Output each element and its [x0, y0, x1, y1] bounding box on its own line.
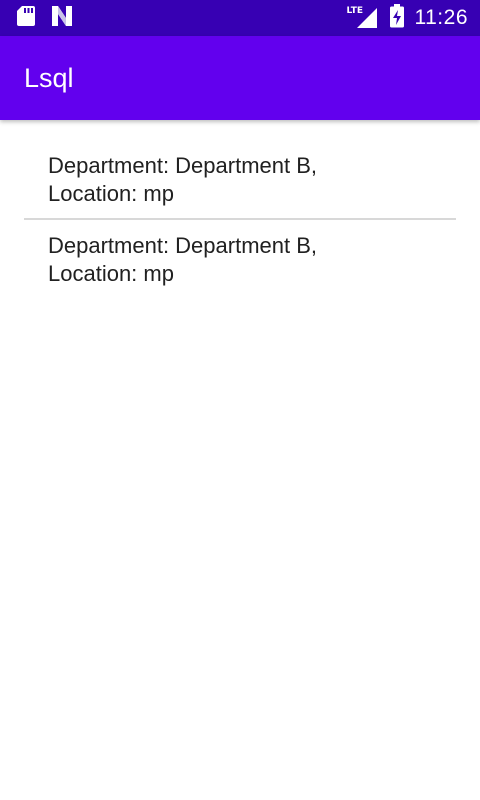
app-bar: Lsql [0, 36, 480, 120]
status-right-icons: LTE 11:26 [345, 0, 469, 36]
battery-charging-icon [389, 3, 405, 33]
list-item-location: Location: mp [48, 261, 174, 286]
list-item[interactable]: Department: Department B, Location: mp [24, 220, 456, 298]
n-logo-icon [50, 5, 74, 32]
app-title: Lsql [24, 63, 74, 93]
list-item-location: Location: mp [48, 181, 174, 206]
department-list: Department: Department B, Location: mp D… [24, 140, 456, 298]
status-left-icons [16, 0, 74, 36]
network-type-label: LTE [345, 6, 365, 17]
status-bar: LTE 11:26 [0, 0, 480, 36]
list-item-department: Department: Department B, [48, 233, 318, 258]
list-item-department: Department: Department B, [48, 153, 318, 178]
list-item[interactable]: Department: Department B, Location: mp [24, 140, 456, 218]
lte-signal-icon: LTE [345, 6, 379, 30]
sd-card-icon [16, 5, 36, 32]
status-time: 11:26 [414, 6, 468, 29]
